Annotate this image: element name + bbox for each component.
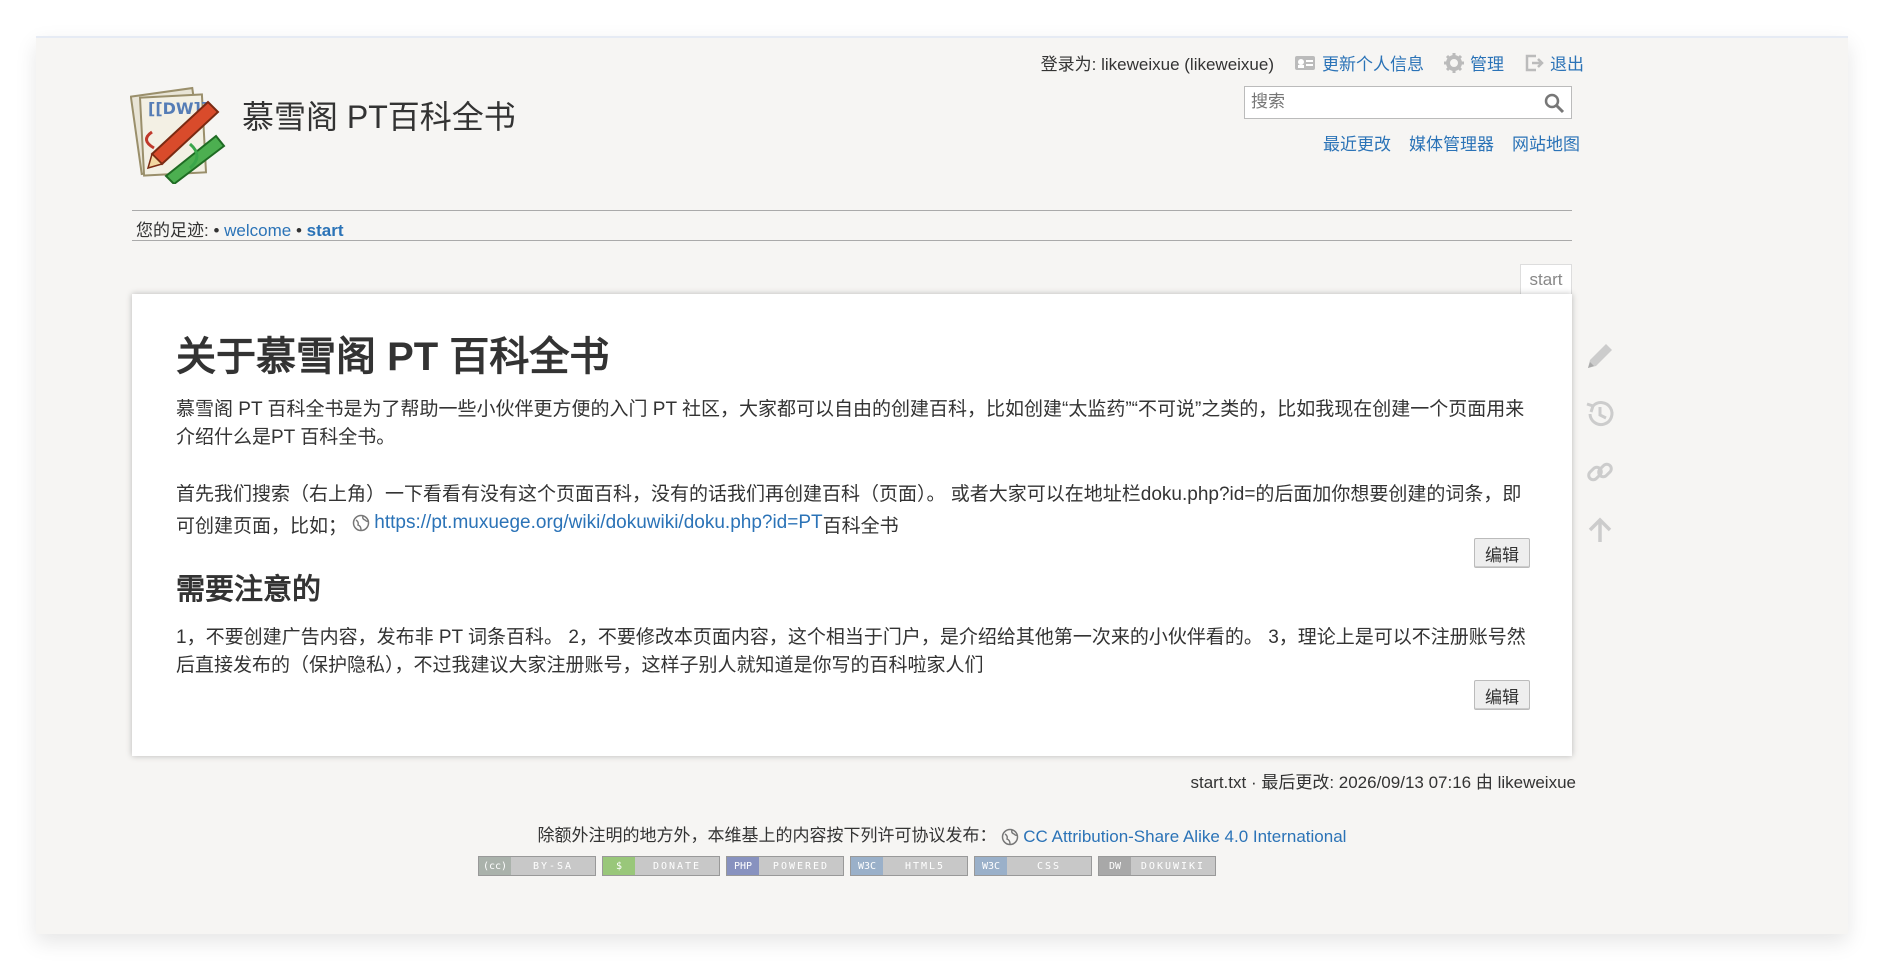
breadcrumb-item-start[interactable]: start: [307, 221, 344, 240]
edit-section-button[interactable]: 编辑: [1474, 538, 1530, 568]
page-content: 关于慕雪阁 PT 百科全书 慕雪阁 PT 百科全书是为了帮助一些小伙伴更方便的入…: [132, 294, 1572, 756]
recent-changes-link[interactable]: 最近更改: [1323, 130, 1391, 155]
arrow-up-icon[interactable]: [1582, 512, 1618, 548]
history-icon[interactable]: [1582, 396, 1618, 432]
php-powered-badge[interactable]: PHP POWERED: [726, 856, 844, 876]
donate-badge[interactable]: $ DONATE: [602, 856, 720, 876]
media-manager-link[interactable]: 媒体管理器: [1409, 130, 1494, 155]
badge-label: POWERED: [772, 860, 830, 872]
badge-label: CSS: [1036, 860, 1062, 872]
search-paragraph: 首先我们搜索（右上角）一下看看有没有这个页面百科，没有的话我们再创建百科（页面）…: [176, 481, 1528, 541]
browser-content: [[DW]] 慕雪阁 PT百科全书 登录为: likeweixue (likew…: [36, 36, 1848, 934]
badge-label: HTML5: [904, 860, 946, 872]
license-text: 除额外注明的地方外，本维基上的内容按下列许可协议发布：: [537, 826, 997, 845]
badge-label: DONATE: [652, 860, 702, 872]
gear-icon: [1444, 52, 1464, 73]
globe-icon: [353, 514, 370, 532]
notice-paragraph: 1，不要创建广告内容，发布非 PT 词条百科。 2，不要修改本页面内容，这个相当…: [176, 627, 1526, 676]
site-tools: 最近更改 媒体管理器 网站地图: [1323, 130, 1580, 155]
update-profile-link[interactable]: 更新个人信息: [1294, 50, 1424, 75]
edit-section-button[interactable]: 编辑: [1474, 680, 1530, 710]
w3c-css-badge[interactable]: W3C CSS: [974, 856, 1092, 876]
dokuwiki-logo[interactable]: [[DW]]: [130, 84, 230, 184]
footer-badges: (cc) BY-SA $ DONATE PHP POWERED W3C HTML5 W3…: [478, 856, 1216, 876]
badge-lead: W3C: [851, 857, 883, 875]
breadcrumb-item-welcome[interactable]: welcome: [224, 221, 291, 240]
divider: [132, 240, 1572, 241]
link-icon[interactable]: [1582, 454, 1618, 490]
page-tools: [1582, 338, 1622, 570]
sitemap-link[interactable]: 网站地图: [1512, 130, 1580, 155]
pencil-icon[interactable]: [1582, 338, 1618, 374]
logged-in-label: 登录为: likeweixue (likeweixue): [1040, 55, 1274, 74]
dokuwiki-badge[interactable]: DW DOKUWIKI: [1098, 856, 1216, 876]
badge-lead: $: [603, 857, 635, 875]
admin-link[interactable]: 管理: [1444, 50, 1504, 75]
intro-paragraph: 慕雪阁 PT 百科全书是为了帮助一些小伙伴更方便的入门 PT 社区，大家都可以自…: [176, 399, 1525, 448]
external-link[interactable]: https://pt.muxuege.org/wiki/dokuwiki/dok…: [352, 509, 823, 537]
divider: [132, 210, 1572, 211]
profile-card-icon: [1295, 55, 1315, 70]
cc-by-sa-badge[interactable]: (cc) BY-SA: [478, 856, 596, 876]
section-heading: 需要注意的: [176, 574, 322, 606]
breadcrumb: 您的足迹: • welcome • start: [136, 221, 344, 240]
logout-icon: [1525, 54, 1544, 71]
page-title: 关于慕雪阁 PT 百科全书: [176, 335, 610, 379]
search-box[interactable]: [1244, 86, 1572, 119]
logout-link[interactable]: 退出: [1524, 50, 1584, 75]
badge-lead: PHP: [727, 857, 759, 875]
globe-icon: [1002, 828, 1019, 845]
badge-lead: (cc): [479, 857, 511, 875]
license-notice: 除额外注明的地方外，本维基上的内容按下列许可协议发布： CC Attributi…: [36, 821, 1848, 847]
search-input[interactable]: [1245, 87, 1537, 117]
license-link[interactable]: CC Attribution-Share Alike 4.0 Internati…: [1001, 827, 1346, 847]
page-id-tab: start: [1520, 264, 1572, 294]
link-suffix: 百科全书: [822, 516, 899, 537]
site-title[interactable]: 慕雪阁 PT百科全书: [242, 92, 516, 138]
breadcrumb-label: 您的足迹:: [136, 221, 209, 240]
wiki-url-link[interactable]: https://pt.muxuege.org/wiki/dokuwiki/dok…: [374, 509, 822, 537]
doc-info: start.txt · 最后更改: 2026/09/13 07:16 由 lik…: [1190, 773, 1576, 792]
w3c-html5-badge[interactable]: W3C HTML5: [850, 856, 968, 876]
user-tools: 登录为: likeweixue (likeweixue) 更新个人信息 管理 退…: [1041, 50, 1584, 75]
badge-label: DOKUWIKI: [1140, 860, 1206, 872]
badge-lead: DW: [1099, 857, 1131, 875]
badge-label: BY-SA: [532, 860, 574, 872]
search-icon[interactable]: [1543, 92, 1565, 114]
badge-lead: W3C: [975, 857, 1007, 875]
